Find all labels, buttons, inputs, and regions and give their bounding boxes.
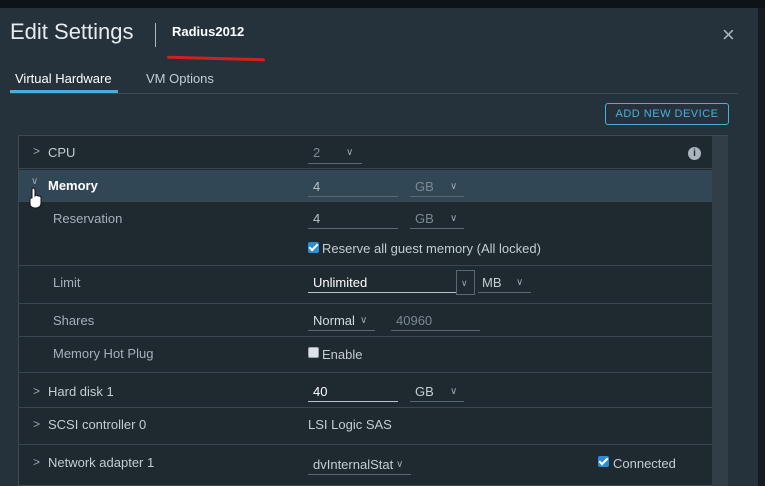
- tab-vm-options[interactable]: VM Options: [146, 71, 214, 86]
- vm-name: Radius2012: [172, 24, 245, 39]
- close-icon[interactable]: ×: [722, 24, 735, 46]
- hard-disk-row[interactable]: [19, 373, 712, 408]
- network-select-underline: [308, 474, 411, 475]
- memory-unit-underline: [410, 196, 464, 197]
- memory-label: Memory: [48, 178, 98, 193]
- hot-plug-checkbox[interactable]: [308, 347, 319, 358]
- memory-unit-select[interactable]: GB: [415, 179, 434, 194]
- hard-disk-unit-underline: [410, 401, 464, 402]
- memory-size-input[interactable]: 4: [313, 179, 320, 194]
- cpu-label: CPU: [48, 145, 76, 160]
- memory-hot-plug-label: Memory Hot Plug: [53, 346, 154, 361]
- chevron-right-icon[interactable]: >: [33, 384, 40, 398]
- chevron-down-icon[interactable]: ∨: [450, 386, 457, 397]
- limit-input[interactable]: Unlimited: [313, 275, 367, 290]
- chevron-down-icon[interactable]: ∨: [396, 459, 403, 470]
- info-icon[interactable]: i: [688, 147, 701, 160]
- dialog-title: Edit Settings: [10, 19, 134, 44]
- reservation-row: [19, 202, 712, 266]
- limit-unit-underline: [478, 292, 531, 293]
- network-adapter-label: Network adapter 1: [48, 455, 155, 470]
- chevron-down-icon[interactable]: ∨: [346, 147, 353, 158]
- add-new-device-button[interactable]: ADD NEW DEVICE: [605, 103, 729, 125]
- panel-scrollbar[interactable]: [712, 136, 728, 486]
- scsi-controller-label: SCSI controller 0: [48, 417, 147, 432]
- hard-disk-label: Hard disk 1: [48, 384, 114, 399]
- shares-value-input[interactable]: 40960: [396, 313, 432, 328]
- connected-label: Connected: [613, 456, 676, 471]
- hard-disk-size-input[interactable]: 40: [313, 384, 327, 399]
- tabs-divider: [10, 93, 738, 94]
- dialog-right-edge: [758, 8, 765, 486]
- hard-disk-unit-select[interactable]: GB: [415, 384, 434, 399]
- shares-level-select[interactable]: Normal: [313, 313, 355, 328]
- cpu-dropdown-underline: [308, 163, 362, 164]
- chevron-down-icon[interactable]: ∨: [31, 176, 38, 187]
- chevron-down-icon[interactable]: ∨: [360, 315, 367, 326]
- active-tab-indicator: [10, 90, 118, 93]
- chevron-right-icon[interactable]: >: [33, 455, 40, 469]
- network-select[interactable]: dvInternalStat: [313, 457, 393, 472]
- hard-disk-input-underline: [308, 401, 398, 402]
- chevron-down-icon[interactable]: ∨: [450, 181, 457, 192]
- shares-label: Shares: [53, 313, 95, 328]
- shares-level-underline: [308, 330, 375, 331]
- chevron-right-icon[interactable]: >: [33, 417, 40, 431]
- chevron-down-icon[interactable]: ∨: [461, 278, 468, 289]
- scsi-controller-type: LSI Logic SAS: [308, 417, 392, 432]
- connected-checkbox[interactable]: [598, 456, 609, 467]
- hot-plug-enable-label: Enable: [322, 347, 363, 362]
- memory-input-underline: [308, 196, 398, 197]
- memory-row[interactable]: [19, 170, 712, 202]
- limit-unit-select[interactable]: MB: [482, 275, 502, 290]
- cpu-count-value[interactable]: 2: [313, 145, 320, 160]
- limit-label: Limit: [53, 275, 81, 290]
- title-separator: [155, 23, 156, 47]
- chevron-right-icon[interactable]: >: [33, 144, 40, 158]
- cpu-row[interactable]: [19, 136, 712, 169]
- tab-virtual-hardware[interactable]: Virtual Hardware: [15, 71, 112, 86]
- limit-input-underline: [308, 292, 456, 293]
- window-top-strip: [0, 0, 765, 8]
- chevron-down-icon[interactable]: ∨: [516, 277, 523, 288]
- shares-value-underline: [391, 330, 480, 331]
